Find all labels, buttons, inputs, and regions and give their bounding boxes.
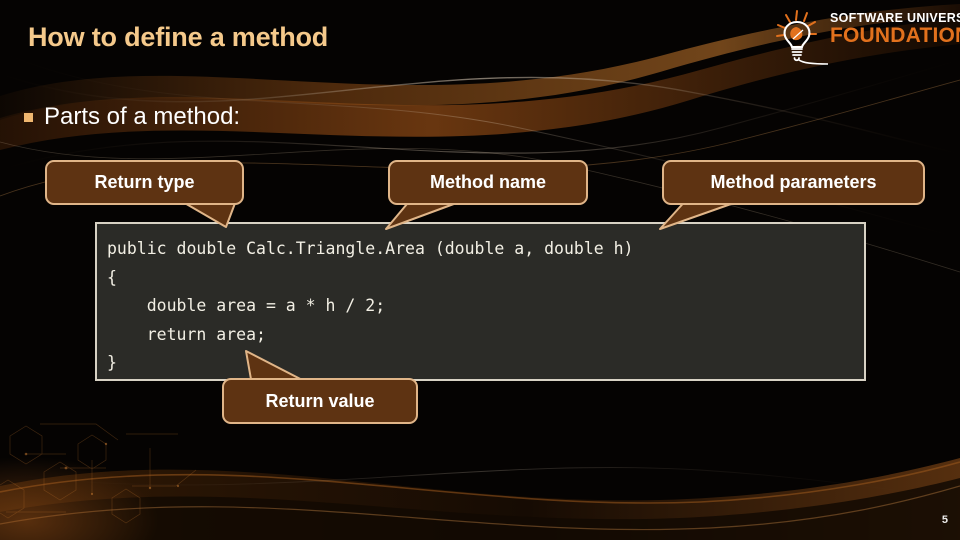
callout-tails bbox=[175, 197, 749, 386]
callout-return-value: Return value bbox=[222, 378, 418, 424]
callout-method-name: Method name bbox=[388, 160, 588, 205]
slide-canvas: How to define a method SOFTWARE UNIVER F… bbox=[0, 0, 960, 540]
callout-method-parameters: Method parameters bbox=[662, 160, 925, 205]
callout-return-type: Return type bbox=[45, 160, 244, 205]
